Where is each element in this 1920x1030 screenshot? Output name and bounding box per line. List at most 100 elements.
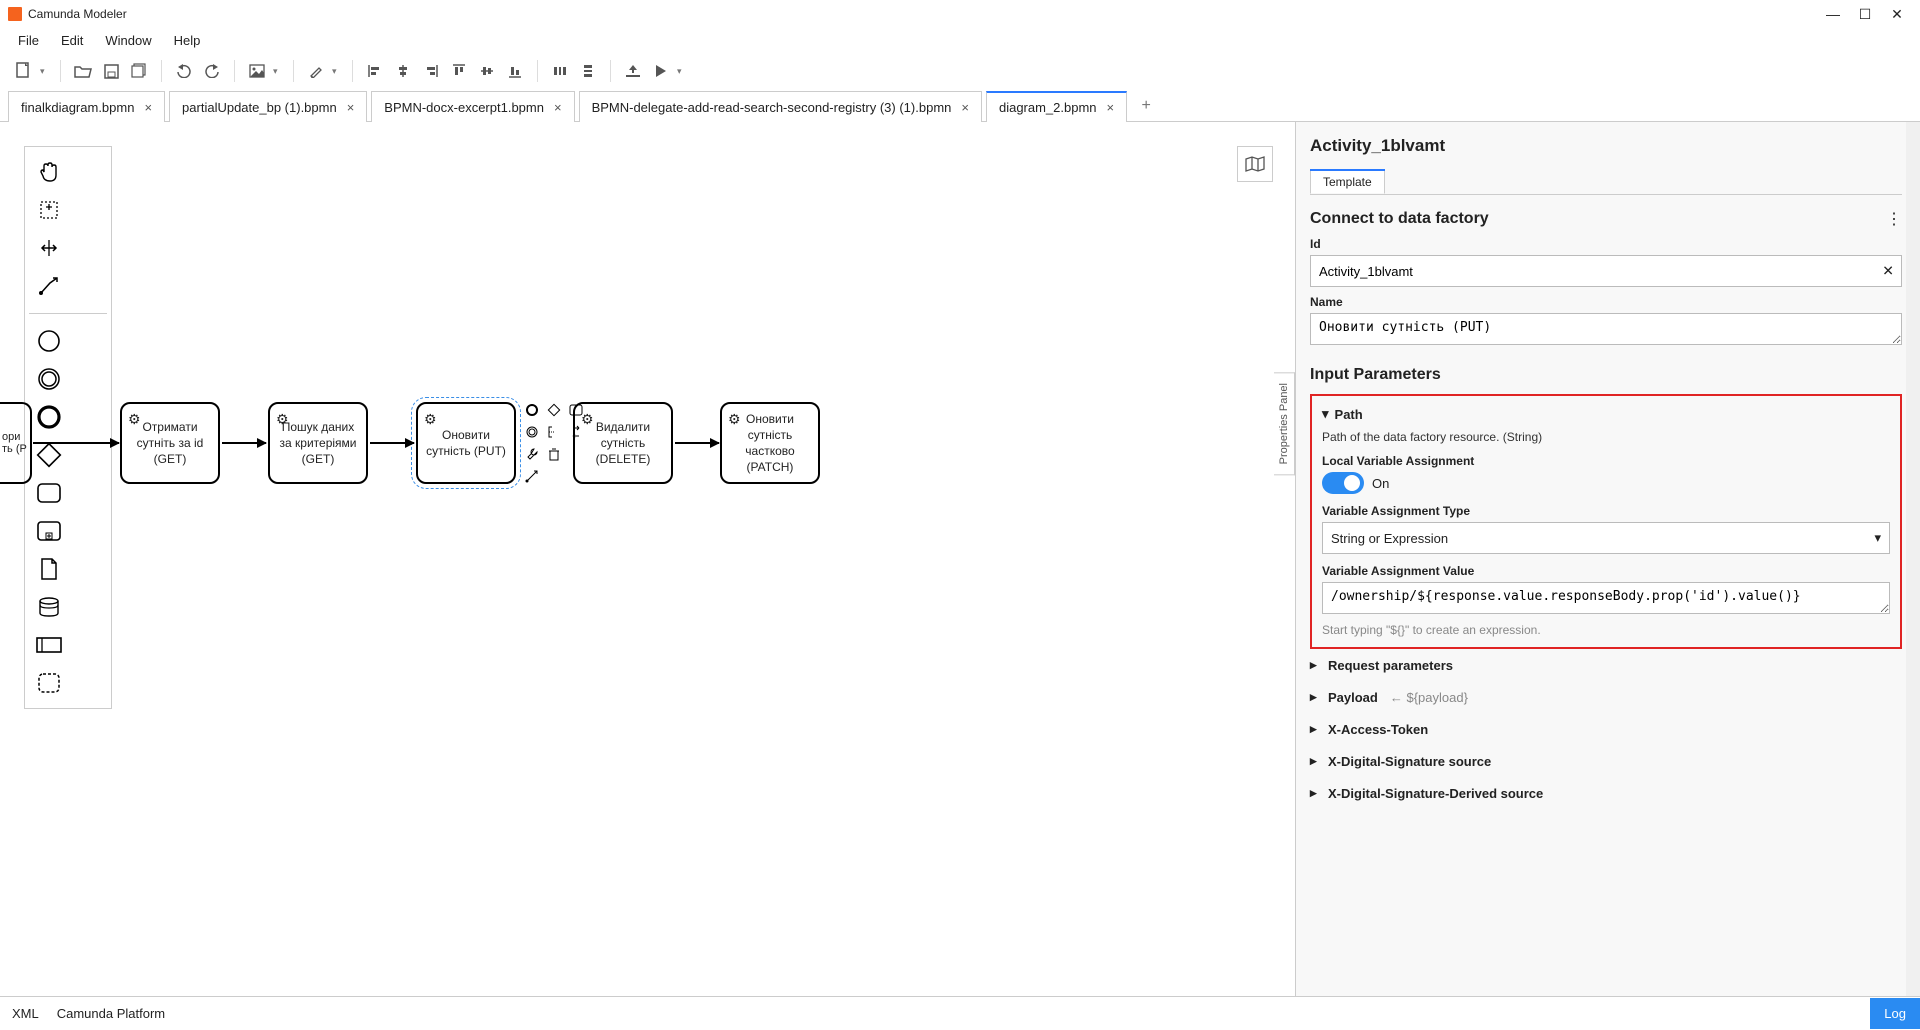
close-icon[interactable]: × bbox=[144, 100, 152, 115]
menu-file[interactable]: File bbox=[8, 31, 49, 50]
tab-label: diagram_2.bpmn bbox=[999, 100, 1097, 115]
ctx-replace-icon[interactable] bbox=[568, 424, 584, 440]
data-store-icon[interactable] bbox=[29, 590, 69, 624]
task-get-entity[interactable]: ⚙ Отримати сутніть за id (GET) bbox=[120, 402, 220, 484]
task-label: Отримати сутніть за id (GET) bbox=[128, 419, 212, 468]
properties-panel-toggle[interactable]: Properties Panel bbox=[1274, 372, 1295, 475]
close-icon[interactable]: × bbox=[961, 100, 969, 115]
section-request-params[interactable]: ▸ Request parameters bbox=[1310, 649, 1902, 681]
sequence-flow[interactable] bbox=[33, 442, 119, 444]
log-button[interactable]: Log bbox=[1870, 998, 1920, 1029]
ctx-annotation-icon[interactable] bbox=[546, 424, 562, 440]
save-icon[interactable] bbox=[99, 59, 123, 83]
align-middle-icon[interactable] bbox=[475, 59, 499, 83]
close-icon[interactable]: × bbox=[554, 100, 562, 115]
tab-partialupdate[interactable]: partialUpdate_bp (1).bpmn × bbox=[169, 91, 367, 122]
sequence-flow[interactable] bbox=[222, 442, 266, 444]
clear-icon[interactable]: ✕ bbox=[1882, 263, 1894, 280]
color-dropdown[interactable]: ▾ bbox=[332, 66, 342, 77]
align-top-icon[interactable] bbox=[447, 59, 471, 83]
close-icon[interactable]: × bbox=[1107, 100, 1115, 115]
vav-field[interactable] bbox=[1322, 582, 1890, 614]
align-center-icon[interactable] bbox=[391, 59, 415, 83]
view-xml-tab[interactable]: XML bbox=[12, 1006, 39, 1021]
task-icon[interactable] bbox=[29, 476, 69, 510]
section-payload[interactable]: ▸ Payload ← ${payload} bbox=[1310, 681, 1902, 713]
distribute-v-icon[interactable] bbox=[576, 59, 600, 83]
ctx-gateway-icon[interactable] bbox=[546, 402, 562, 418]
task-clipped[interactable]: ори ть (P bbox=[0, 402, 32, 484]
sequence-flow[interactable] bbox=[675, 442, 719, 444]
id-field[interactable] bbox=[1310, 255, 1902, 287]
ctx-connect-icon[interactable] bbox=[524, 468, 540, 484]
tab-template[interactable]: Template bbox=[1310, 170, 1385, 194]
save-all-icon[interactable] bbox=[127, 59, 151, 83]
menu-edit[interactable]: Edit bbox=[51, 31, 93, 50]
new-file-icon[interactable] bbox=[12, 59, 36, 83]
run-icon[interactable] bbox=[649, 59, 673, 83]
deploy-icon[interactable] bbox=[621, 59, 645, 83]
minimap-button[interactable] bbox=[1237, 146, 1273, 182]
image-icon[interactable] bbox=[245, 59, 269, 83]
ctx-wrench-icon[interactable] bbox=[524, 446, 540, 462]
hand-tool-icon[interactable] bbox=[29, 155, 69, 189]
maximize-button[interactable]: ☐ bbox=[1858, 6, 1872, 23]
ctx-event-icon[interactable] bbox=[524, 402, 540, 418]
task-patch[interactable]: ⚙ Оновити сутність частково (PATCH) bbox=[720, 402, 820, 484]
vat-select[interactable]: String or Expression ▾ bbox=[1322, 522, 1890, 554]
section-x-digital-signature[interactable]: ▸ X-Digital-Signature source bbox=[1310, 745, 1902, 777]
lasso-tool-icon[interactable] bbox=[29, 193, 69, 227]
end-event-icon[interactable] bbox=[29, 400, 69, 434]
align-right-icon[interactable] bbox=[419, 59, 443, 83]
minimize-button[interactable]: — bbox=[1826, 6, 1840, 23]
tab-bpmn-docx[interactable]: BPMN-docx-excerpt1.bpmn × bbox=[371, 91, 574, 122]
data-object-icon[interactable] bbox=[29, 552, 69, 586]
pool-icon[interactable] bbox=[29, 628, 69, 662]
group-icon[interactable] bbox=[29, 666, 69, 700]
ctx-task-icon[interactable] bbox=[568, 402, 584, 418]
task-search-data[interactable]: ⚙ Пошук даних за критеріями (GET) bbox=[268, 402, 368, 484]
align-left-icon[interactable] bbox=[363, 59, 387, 83]
redo-icon[interactable] bbox=[200, 59, 224, 83]
kebab-menu-icon[interactable]: ⋮ bbox=[1886, 209, 1902, 229]
undo-icon[interactable] bbox=[172, 59, 196, 83]
task-delete[interactable]: ⚙ Видалити сутність (DELETE) bbox=[573, 402, 673, 484]
menu-help[interactable]: Help bbox=[164, 31, 211, 50]
section-label: X-Digital-Signature-Derived source bbox=[1328, 786, 1543, 801]
color-icon[interactable] bbox=[304, 59, 328, 83]
subprocess-icon[interactable] bbox=[29, 514, 69, 548]
task-update-put[interactable]: ⚙ Оновити сутність (PUT) bbox=[416, 402, 516, 484]
ctx-delete-icon[interactable] bbox=[546, 446, 562, 462]
distribute-h-icon[interactable] bbox=[548, 59, 572, 83]
close-button[interactable]: ✕ bbox=[1890, 6, 1904, 23]
path-parameter-section: ▾ Path Path of the data factory resource… bbox=[1310, 394, 1902, 649]
diagram-canvas[interactable]: ори ть (P ⚙ Отримати сутніть за id (GET)… bbox=[0, 122, 1295, 996]
start-event-icon[interactable] bbox=[29, 324, 69, 358]
space-tool-icon[interactable] bbox=[29, 231, 69, 265]
vat-label: Variable Assignment Type bbox=[1322, 504, 1890, 518]
align-bottom-icon[interactable] bbox=[503, 59, 527, 83]
run-dropdown[interactable]: ▾ bbox=[677, 66, 687, 77]
sequence-flow[interactable] bbox=[370, 442, 414, 444]
name-field[interactable] bbox=[1310, 313, 1902, 345]
lva-toggle[interactable] bbox=[1322, 472, 1364, 494]
context-pad bbox=[524, 402, 584, 484]
image-dropdown[interactable]: ▾ bbox=[273, 66, 283, 77]
new-file-dropdown[interactable]: ▾ bbox=[40, 66, 50, 77]
ctx-intermediate-icon[interactable] bbox=[524, 424, 540, 440]
menu-window[interactable]: Window bbox=[95, 31, 161, 50]
tab-bpmn-delegate[interactable]: BPMN-delegate-add-read-search-second-reg… bbox=[579, 91, 982, 122]
scrollbar[interactable] bbox=[1906, 122, 1920, 996]
open-icon[interactable] bbox=[71, 59, 95, 83]
tab-label: finalkdiagram.bpmn bbox=[21, 100, 134, 115]
add-tab-button[interactable]: + bbox=[1131, 90, 1161, 121]
intermediate-event-icon[interactable] bbox=[29, 362, 69, 396]
section-x-digital-signature-derived[interactable]: ▸ X-Digital-Signature-Derived source bbox=[1310, 777, 1902, 809]
section-x-access-token[interactable]: ▸ X-Access-Token bbox=[1310, 713, 1902, 745]
path-header[interactable]: ▾ Path bbox=[1322, 406, 1890, 422]
tab-diagram2[interactable]: diagram_2.bpmn × bbox=[986, 91, 1127, 122]
tab-finalkdiagram[interactable]: finalkdiagram.bpmn × bbox=[8, 91, 165, 122]
close-icon[interactable]: × bbox=[347, 100, 355, 115]
connect-tool-icon[interactable] bbox=[29, 269, 69, 303]
view-platform-tab[interactable]: Camunda Platform bbox=[57, 1006, 165, 1021]
